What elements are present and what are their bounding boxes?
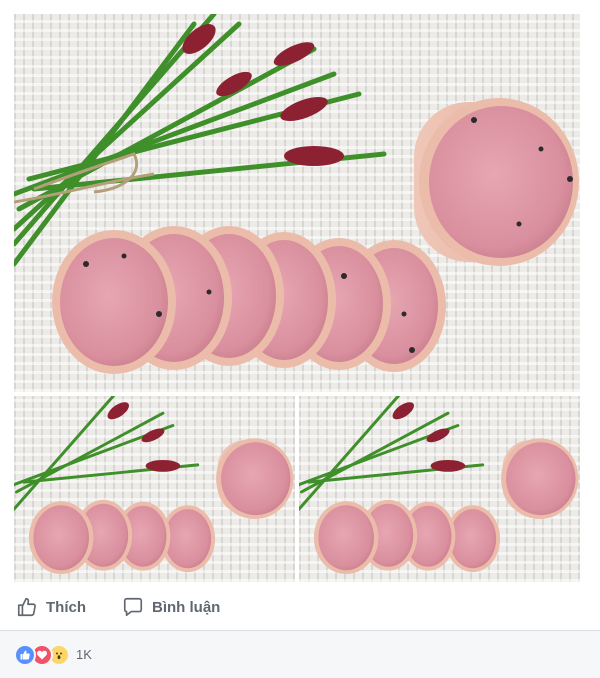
like-reaction-icon	[14, 643, 36, 666]
thumbs-up-outline-icon	[17, 597, 36, 617]
reactions-bar: 1K	[0, 631, 600, 678]
sausage-illustration	[14, 396, 294, 575]
comment-button[interactable]: Bình luận	[118, 593, 224, 621]
facebook-post: Thích Bình luận 1K	[0, 0, 600, 678]
like-button[interactable]: Thích	[12, 593, 90, 621]
post-action-bar: Thích Bình luận	[0, 590, 600, 624]
sausage-illustration	[299, 396, 579, 575]
sliced-sausage-photo[interactable]	[14, 14, 580, 392]
post-top-edge	[0, 0, 600, 14]
like-button-label: Thích	[46, 598, 86, 616]
sausage-illustration	[14, 14, 579, 374]
sliced-sausage-photo-variant-1[interactable]	[14, 396, 295, 582]
speech-bubble-outline-icon	[123, 597, 143, 617]
sliced-sausage-photo-variant-2[interactable]	[299, 396, 580, 582]
comment-button-label: Bình luận	[152, 598, 221, 616]
reaction-count[interactable]: 1K	[76, 647, 92, 662]
reaction-icons[interactable]	[14, 643, 70, 666]
